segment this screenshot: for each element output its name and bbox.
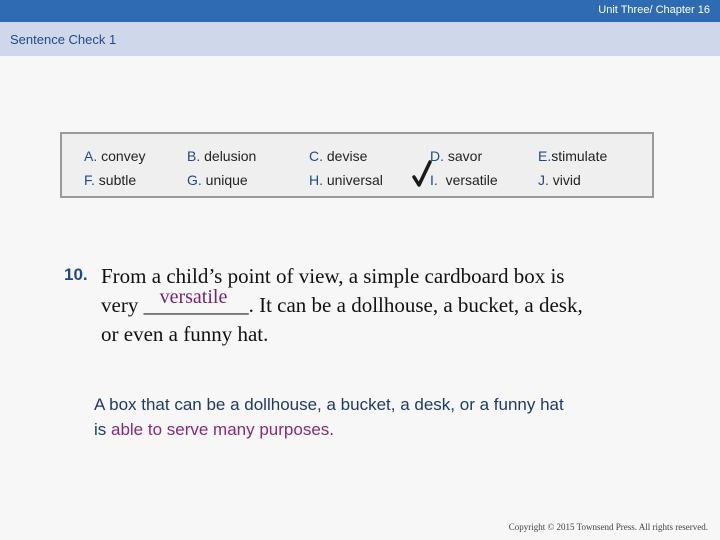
- word-bank: A. convey F. subtle B. delusion G. uniqu…: [60, 132, 654, 198]
- word-bank-item: B. delusion: [187, 148, 257, 164]
- check-mark-icon: [412, 160, 432, 187]
- word-bank-item: G. unique: [187, 172, 248, 188]
- section-title: Sentence Check 1: [10, 32, 117, 47]
- word-bank-column: E.stimulate J. vivid: [538, 144, 607, 192]
- explanation-line: is able to serve many purposes.: [94, 420, 335, 439]
- explanation: A box that can be a dollhouse, a bucket,…: [94, 392, 684, 442]
- word-bank-column: D. savor I. versatile: [430, 144, 498, 192]
- word-bank-item: J. vivid: [538, 172, 581, 188]
- word-bank-column: C. devise H. universal: [309, 144, 383, 192]
- word-bank-item: H. universal: [309, 172, 383, 188]
- word-bank-item: F. subtle: [84, 172, 137, 188]
- question-number: 10.: [64, 265, 88, 284]
- word-bank-item: D. savor: [430, 148, 483, 164]
- question-line: or even a funny hat.: [101, 322, 269, 346]
- word-bank-item-selected: I. versatile: [430, 172, 498, 188]
- question-text: From a child’s point of view, a simple c…: [101, 262, 701, 349]
- answer-blank: __________ versatile: [144, 286, 249, 320]
- explanation-highlight: able to serve many purposes: [111, 420, 330, 439]
- word-bank-column: B. delusion G. unique: [187, 144, 256, 192]
- answer-word: versatile: [159, 286, 228, 308]
- word-bank-column: A. convey F. subtle: [84, 144, 145, 192]
- question-line: very __________ versatile. It can be a do…: [101, 286, 701, 320]
- word-bank-item: A. convey: [84, 148, 146, 164]
- header-bar: Unit Three/ Chapter 16: [0, 0, 720, 22]
- word-bank-item: E.stimulate: [538, 148, 608, 164]
- explanation-line: A box that can be a dollhouse, a bucket,…: [94, 395, 564, 414]
- chapter-label: Unit Three/ Chapter 16: [598, 4, 710, 16]
- copyright: Copyright © 2015 Townsend Press. All rig…: [508, 522, 708, 532]
- word-bank-item: C. devise: [309, 148, 368, 164]
